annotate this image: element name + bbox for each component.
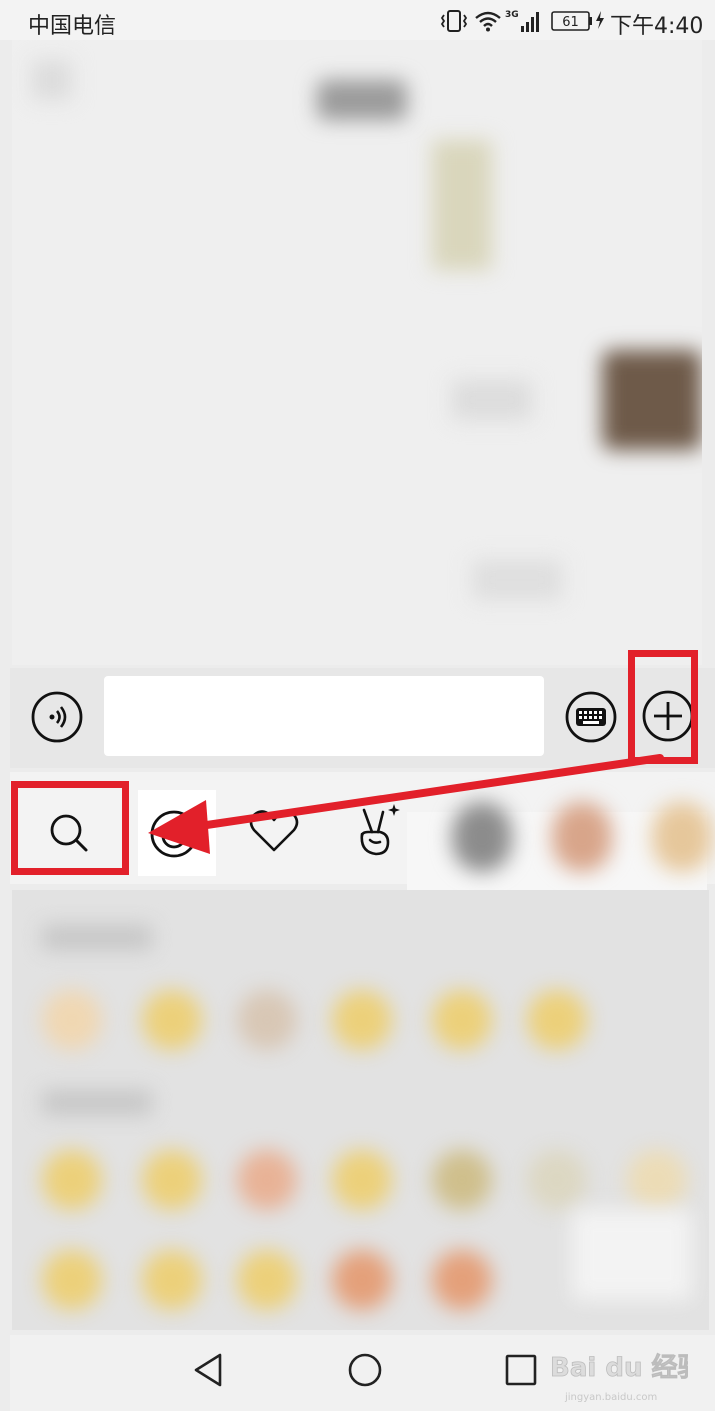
home-button[interactable]	[345, 1350, 385, 1390]
watermark-url: jingyan.baidu.com	[565, 1392, 658, 1403]
back-icon	[194, 1353, 222, 1387]
recents-button[interactable]	[503, 1352, 539, 1388]
watermark-text: Bai du 经验	[550, 1352, 688, 1383]
recents-icon	[505, 1354, 537, 1386]
back-button[interactable]	[190, 1350, 230, 1390]
annotation-arrow	[148, 754, 664, 854]
home-icon	[348, 1353, 382, 1387]
